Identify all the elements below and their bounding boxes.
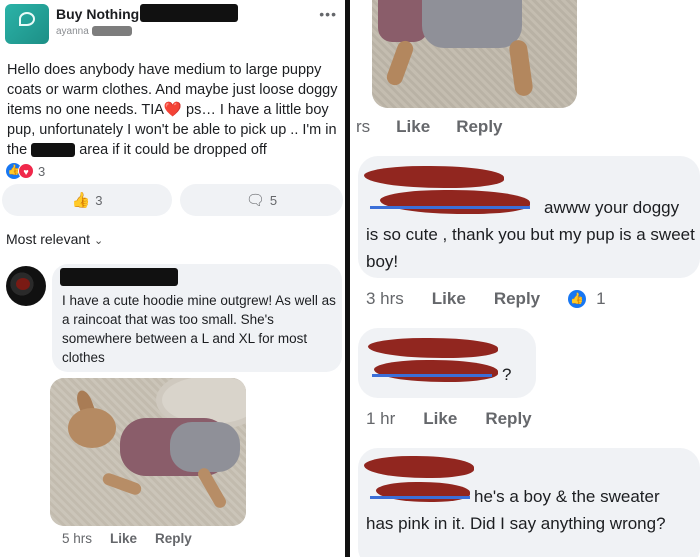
photo-hoodie (378, 0, 428, 42)
comment-text-line: has pink in it. Did I say anything wrong… (366, 514, 666, 533)
heart-emoji: ❤️ (163, 102, 182, 118)
like-button[interactable]: 👍 3 (2, 184, 172, 216)
comment-count: 5 (269, 192, 278, 208)
photo-dog-head (68, 408, 116, 448)
comment-meta: 1 hr Like Reply (366, 409, 560, 429)
sort-label: Most relevant (6, 231, 91, 247)
photo-hoodie-grey (170, 422, 240, 472)
comment-text: I have a cute hoodie mine outgrew! As we… (62, 293, 336, 365)
comment-reply-link[interactable]: Reply (456, 117, 502, 136)
post-body: Hello does anybody have medium to large … (7, 60, 342, 160)
more-options-icon[interactable]: ••• (319, 6, 337, 22)
comment-time: rs (356, 117, 371, 136)
comment-text-line: he's a boy & the sweater (474, 487, 660, 506)
group-name[interactable]: Buy Nothing (56, 6, 139, 22)
comment-reply-link[interactable]: Reply (485, 409, 531, 428)
thumbs-up-icon: 👍 (71, 192, 91, 209)
redaction-mark (372, 374, 492, 377)
comment-meta: rs Like Reply (356, 117, 529, 137)
comment-text: he's a boy & the sweater has pink in it.… (366, 483, 696, 537)
comment-reply-link[interactable]: Reply (155, 531, 192, 546)
comment-meta: 5 hrs Like Reply (62, 531, 210, 546)
love-reaction-icon: ♥ (18, 163, 34, 179)
comment-button[interactable]: 🗨 5 (180, 184, 343, 216)
leaf-icon (19, 12, 35, 26)
comment-photo[interactable] (372, 0, 577, 108)
chevron-down-icon: ⌄ (94, 235, 104, 247)
comment-like-link[interactable]: Like (423, 409, 457, 428)
post-text: area if it could be dropped off (75, 142, 267, 158)
comment-like-link[interactable]: Like (110, 531, 137, 546)
comment-icon: 🗨 (245, 192, 265, 209)
comment-text: ? (502, 365, 512, 384)
comment-time: 1 hr (366, 409, 396, 428)
left-screenshot-panel: Buy Nothing ayanna · ar ••• Hello does a… (0, 0, 345, 557)
comment-meta: 3 hrs Like Reply 👍 1 (366, 289, 606, 309)
redaction-mark (16, 278, 30, 290)
redaction-mark (60, 268, 178, 286)
comment-like-link[interactable]: Like (432, 289, 466, 309)
like-reaction-icon[interactable]: 👍 (568, 290, 587, 308)
comment-sort-dropdown[interactable]: Most relevant ⌄ (6, 231, 103, 247)
comment-text-line: is so cute , thank you but my pup is a s… (366, 225, 695, 271)
photo-hoodie-grey (422, 0, 522, 48)
like-count: 3 (95, 192, 103, 208)
comment-text-line: awww your doggy (544, 198, 680, 217)
commenter-avatar[interactable] (6, 266, 46, 306)
reaction-count: 3 (38, 163, 46, 179)
redaction-mark (31, 143, 76, 158)
group-avatar[interactable] (5, 4, 49, 44)
redaction-mark (140, 4, 238, 22)
reaction-summary[interactable]: 👍 ♥ 3 (6, 163, 45, 179)
comment-photo[interactable] (50, 378, 246, 526)
reaction-count: 1 (596, 289, 606, 308)
comment-time: 5 hrs (62, 531, 93, 546)
comment-like-link[interactable]: Like (396, 117, 430, 136)
comment-time: 3 hrs (366, 289, 404, 308)
comment-text: awww your doggy is so cute , thank you b… (366, 194, 696, 275)
redaction-mark (92, 26, 132, 36)
right-screenshot-panel: rs Like Reply awww your doggy is so cute ,… (350, 0, 700, 557)
comment-reply-link[interactable]: Reply (494, 289, 540, 309)
